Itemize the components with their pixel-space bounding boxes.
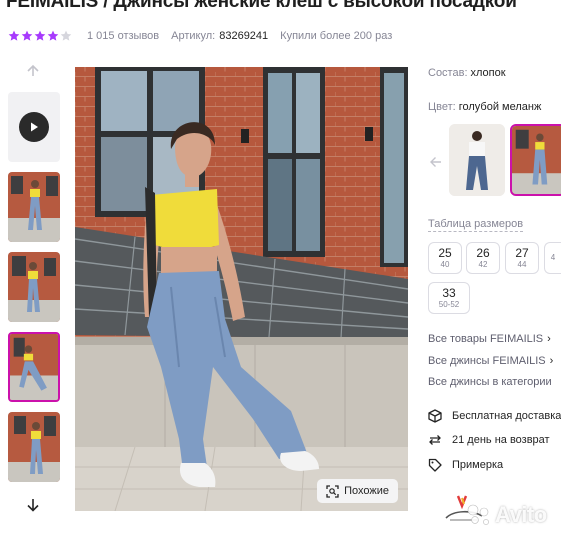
play-icon <box>19 112 49 142</box>
size-ru: 26 <box>476 246 490 260</box>
link-category-jeans[interactable]: Все джинсы в категории <box>428 376 552 388</box>
photo-thumbnail[interactable] <box>8 172 60 242</box>
feature-label: 21 день на возврат <box>452 434 550 446</box>
color: Цвет: голубой меланж <box>428 101 541 113</box>
link-label: Все джинсы в категории <box>428 376 552 388</box>
composition-value: хлопок <box>470 67 506 79</box>
size-ru: 25 <box>438 246 452 260</box>
star-icon <box>21 30 33 41</box>
composition: Состав: хлопок <box>428 67 506 79</box>
video-thumbnail[interactable] <box>8 92 60 162</box>
article-label: Артикул: <box>171 30 216 42</box>
arrow-up-icon[interactable] <box>26 64 40 78</box>
feature-try-on: Примерка <box>428 458 503 472</box>
watermark-text: Avito <box>495 502 547 527</box>
star-icon <box>34 30 46 41</box>
size-option-partial[interactable]: 4 <box>544 242 561 274</box>
rating-stars[interactable] <box>8 30 73 42</box>
product-details-panel: Состав: хлопок Цвет: голубой меланж Таблиц… <box>428 0 561 540</box>
feature-free-delivery: Бесплатная доставка <box>428 409 561 423</box>
photo-thumbnail-selected[interactable] <box>8 332 60 402</box>
product-photo-illustration <box>75 67 408 511</box>
article: Артикул: 83269241 <box>171 30 268 42</box>
purchases-count: Купили более 200 раз <box>280 30 393 42</box>
article-number[interactable]: 83269241 <box>219 30 268 42</box>
reviews-link[interactable]: 1 015 отзывов <box>87 30 159 42</box>
size-int: 50-52 <box>438 300 460 309</box>
composition-label: Состав: <box>428 67 468 79</box>
size-int: 40 <box>440 260 450 269</box>
return-arrows-icon <box>429 435 441 445</box>
size-option[interactable]: 26 42 <box>466 242 500 274</box>
avito-watermark: Avito <box>466 502 556 528</box>
link-all-brand-products[interactable]: Все товары FEIMAILIS › <box>428 333 551 345</box>
size-ru: 27 <box>515 246 529 260</box>
main-product-photo[interactable]: Похожие <box>75 67 408 511</box>
product-meta: 1 015 отзывов Артикул: 83269241 Купили бо… <box>8 28 392 44</box>
size-int: 44 <box>517 260 527 269</box>
star-icon <box>47 30 59 41</box>
star-icon <box>8 30 20 41</box>
star-empty-icon <box>60 30 72 41</box>
size-int: 4 <box>550 253 556 262</box>
link-label: Все джинсы FEIMAILIS <box>428 355 546 367</box>
similar-label: Похожие <box>344 485 389 497</box>
chevron-right-icon: › <box>549 355 554 367</box>
photo-thumbnail[interactable] <box>8 412 60 482</box>
photo-thumbnail[interactable] <box>8 252 60 322</box>
feature-returns: 21 день на возврат <box>428 433 550 447</box>
size-option[interactable]: 27 44 <box>505 242 539 274</box>
link-brand-jeans[interactable]: Все джинсы FEIMAILIS › <box>428 355 553 367</box>
size-option[interactable]: 25 40 <box>428 242 462 274</box>
arrow-down-icon[interactable] <box>26 497 40 513</box>
chevron-right-icon: › <box>547 333 551 345</box>
color-value: голубой меланж <box>458 101 542 113</box>
image-search-icon <box>326 484 339 498</box>
link-label: Все товары FEIMAILIS <box>428 333 544 345</box>
tag-icon <box>428 458 442 472</box>
arrow-left-icon[interactable] <box>430 156 442 168</box>
size-table-link[interactable]: Таблица размеров <box>428 218 524 232</box>
size-option[interactable]: 33 50-52 <box>428 282 470 314</box>
size-int: 42 <box>478 260 488 269</box>
similar-button[interactable]: Похожие <box>317 479 398 503</box>
avito-logo-icon <box>467 504 489 525</box>
box-icon <box>428 409 442 423</box>
thumbnail-gallery <box>0 62 68 522</box>
feature-label: Примерка <box>452 459 504 471</box>
color-label: Цвет: <box>428 101 456 113</box>
color-variant-thumbnail[interactable] <box>449 124 505 196</box>
size-ru: 33 <box>442 286 456 300</box>
feature-label: Бесплатная доставка <box>452 410 561 422</box>
color-variant-thumbnail-selected[interactable] <box>510 124 561 196</box>
